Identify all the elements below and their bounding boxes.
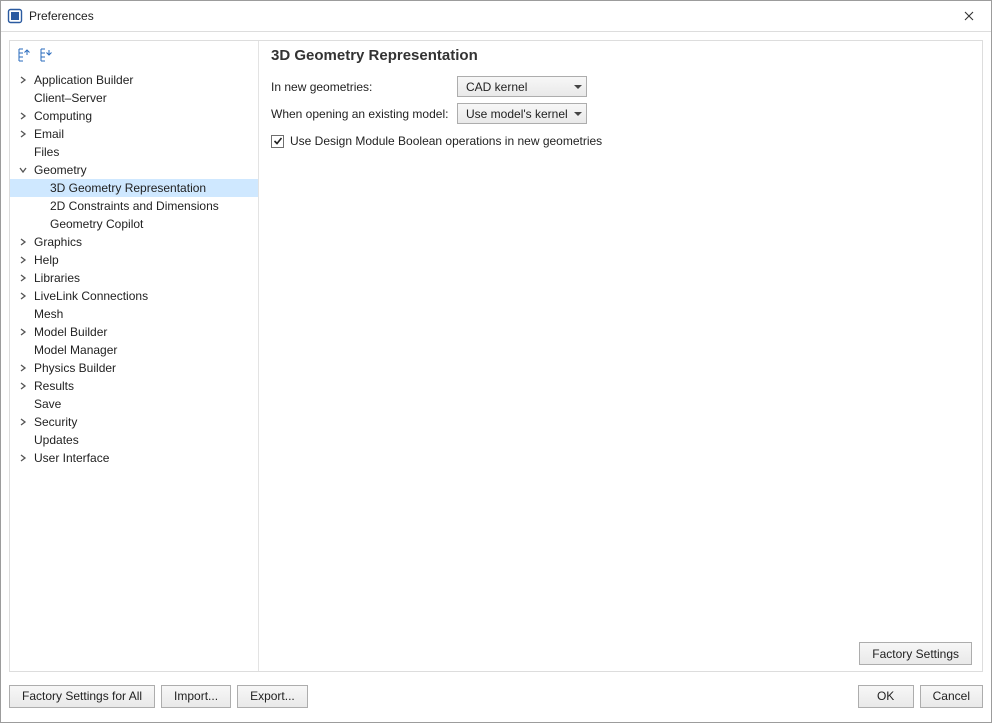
tree-item[interactable]: Model Builder xyxy=(10,323,258,341)
tree-item-label: Geometry Copilot xyxy=(50,215,143,233)
tree-item-label: Geometry xyxy=(34,161,87,179)
tree-item-label: User Interface xyxy=(34,449,109,467)
client-area: Application BuilderClient–ServerComputin… xyxy=(1,32,991,722)
tree-item[interactable]: Geometry xyxy=(10,161,258,179)
sidebar-tree[interactable]: Application BuilderClient–ServerComputin… xyxy=(10,69,258,671)
tree-item-label: Libraries xyxy=(34,269,80,287)
tree-item-label: Application Builder xyxy=(34,71,133,89)
chevron-right-icon[interactable] xyxy=(16,235,30,249)
tree-item[interactable]: Computing xyxy=(10,107,258,125)
tree-item-label: Security xyxy=(34,413,77,431)
checkbox-label: Use Design Module Boolean operations in … xyxy=(290,134,602,148)
row-opening-existing: When opening an existing model: Use mode… xyxy=(271,103,972,124)
chevron-right-icon[interactable] xyxy=(16,415,30,429)
tree-item-label: Mesh xyxy=(34,305,63,323)
chevron-right-icon[interactable] xyxy=(16,325,30,339)
tree-item-label: LiveLink Connections xyxy=(34,287,148,305)
cancel-button[interactable]: Cancel xyxy=(920,685,983,708)
combo-in-new-geometries[interactable]: CAD kernel xyxy=(457,76,587,97)
tree-item[interactable]: Mesh xyxy=(10,305,258,323)
tree-item[interactable]: 2D Constraints and Dimensions xyxy=(10,197,258,215)
import-button[interactable]: Import... xyxy=(161,685,231,708)
tree-item[interactable]: Results xyxy=(10,377,258,395)
chevron-right-icon[interactable] xyxy=(16,379,30,393)
tree-item-label: Computing xyxy=(34,107,92,125)
close-button[interactable] xyxy=(947,1,991,31)
tree-item-label: Updates xyxy=(34,431,79,449)
titlebar: Preferences xyxy=(1,1,991,32)
factory-settings-button[interactable]: Factory Settings xyxy=(859,642,972,665)
tree-item[interactable]: Files xyxy=(10,143,258,161)
chevron-right-icon[interactable] xyxy=(16,253,30,267)
tree-item[interactable]: Updates xyxy=(10,431,258,449)
tree-item-label: Email xyxy=(34,125,64,143)
row-in-new-geometries: In new geometries: CAD kernel xyxy=(271,76,972,97)
tree-item-label: Files xyxy=(34,143,59,161)
tree-item-label: Model Manager xyxy=(34,341,117,359)
tree-item-label: Save xyxy=(34,395,61,413)
chevron-down-icon[interactable] xyxy=(16,163,30,177)
tree-item-label: Graphics xyxy=(34,233,82,251)
sidebar-toolbar xyxy=(10,41,258,69)
tree-item-label: Physics Builder xyxy=(34,359,116,377)
collapse-all-icon[interactable] xyxy=(38,47,54,63)
content-panel: 3D Geometry Representation In new geomet… xyxy=(267,41,982,671)
tree-item[interactable]: Libraries xyxy=(10,269,258,287)
factory-settings-bar: Factory Settings xyxy=(271,642,972,665)
chevron-right-icon[interactable] xyxy=(16,451,30,465)
tree-item-label: 2D Constraints and Dimensions xyxy=(50,197,219,215)
ok-button[interactable]: OK xyxy=(858,685,914,708)
tree-item[interactable]: Email xyxy=(10,125,258,143)
tree-item[interactable]: LiveLink Connections xyxy=(10,287,258,305)
tree-item[interactable]: Graphics xyxy=(10,233,258,251)
preferences-window: Preferences xyxy=(0,0,992,723)
window-title: Preferences xyxy=(29,9,94,23)
tree-item[interactable]: Application Builder xyxy=(10,71,258,89)
row-use-design-boolean: Use Design Module Boolean operations in … xyxy=(271,134,972,148)
export-button[interactable]: Export... xyxy=(237,685,308,708)
chevron-right-icon[interactable] xyxy=(16,73,30,87)
combo-opening-existing[interactable]: Use model's kernel xyxy=(457,103,587,124)
tree-item-label: Help xyxy=(34,251,59,269)
label-in-new-geometries: In new geometries: xyxy=(271,80,457,94)
footer: Factory Settings for All Import... Expor… xyxy=(9,672,983,714)
sidebar: Application BuilderClient–ServerComputin… xyxy=(10,41,259,671)
tree-item-label: Model Builder xyxy=(34,323,107,341)
chevron-right-icon[interactable] xyxy=(16,271,30,285)
tree-item[interactable]: Security xyxy=(10,413,258,431)
tree-item[interactable]: Geometry Copilot xyxy=(10,215,258,233)
factory-settings-all-button[interactable]: Factory Settings for All xyxy=(9,685,155,708)
chevron-right-icon[interactable] xyxy=(16,127,30,141)
tree-item[interactable]: 3D Geometry Representation xyxy=(10,179,258,197)
tree-item-label: Client–Server xyxy=(34,89,107,107)
label-opening-existing: When opening an existing model: xyxy=(271,107,457,121)
tree-item[interactable]: Model Manager xyxy=(10,341,258,359)
combo-value: Use model's kernel xyxy=(466,107,568,121)
chevron-right-icon[interactable] xyxy=(16,109,30,123)
tree-item[interactable]: Client–Server xyxy=(10,89,258,107)
tree-item[interactable]: Physics Builder xyxy=(10,359,258,377)
combo-value: CAD kernel xyxy=(466,80,527,94)
app-icon xyxy=(7,8,23,24)
chevron-right-icon[interactable] xyxy=(16,289,30,303)
chevron-down-icon xyxy=(574,85,582,89)
checkbox-use-design-boolean[interactable] xyxy=(271,135,284,148)
page-title: 3D Geometry Representation xyxy=(271,47,972,64)
tree-item[interactable]: Help xyxy=(10,251,258,269)
tree-item-label: 3D Geometry Representation xyxy=(50,179,206,197)
tree-item-label: Results xyxy=(34,377,74,395)
upper-panel: Application BuilderClient–ServerComputin… xyxy=(9,40,983,672)
chevron-down-icon xyxy=(574,112,582,116)
tree-item[interactable]: User Interface xyxy=(10,449,258,467)
expand-all-icon[interactable] xyxy=(16,47,32,63)
chevron-right-icon[interactable] xyxy=(16,361,30,375)
tree-item[interactable]: Save xyxy=(10,395,258,413)
